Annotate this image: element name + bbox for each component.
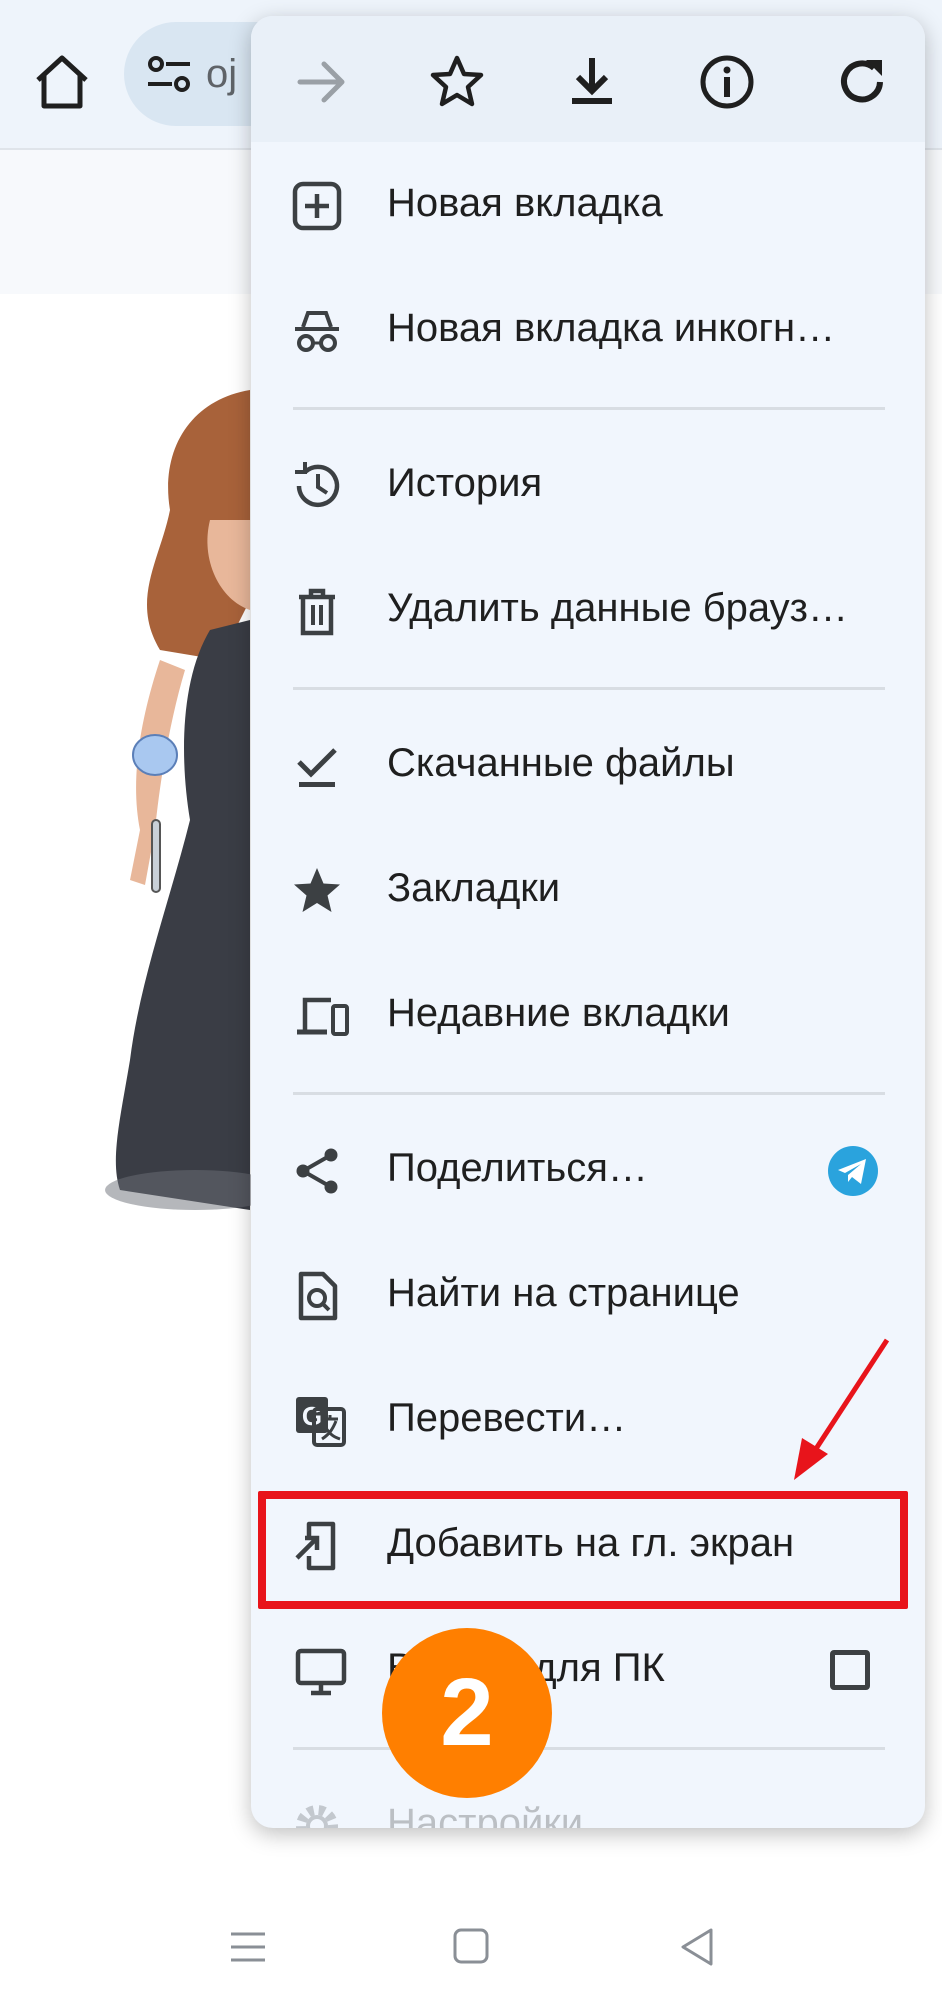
devices-icon <box>297 997 349 1036</box>
menu-divider <box>293 687 885 690</box>
menu-item-label: Закладки <box>387 866 561 910</box>
home-nav-icon[interactable] <box>447 1922 497 1972</box>
refresh-icon[interactable] <box>832 52 892 112</box>
menu-item-share[interactable]: Поделиться… <box>251 1116 925 1226</box>
highlight-box <box>258 1491 908 1609</box>
bookmark-star-icon[interactable] <box>427 52 487 112</box>
menu-divider <box>293 1747 885 1750</box>
settings-icon <box>296 1805 338 1828</box>
downloads-check-icon <box>297 748 337 787</box>
home-icon[interactable] <box>30 50 94 114</box>
menu-item-history[interactable]: История <box>251 431 925 541</box>
desktop-site-checkbox[interactable] <box>830 1650 870 1690</box>
menu-item-desktop-site[interactable]: Версия для ПК <box>251 1616 925 1726</box>
menu-item-label: Скачанные файлы <box>387 741 735 785</box>
incognito-icon <box>295 311 339 352</box>
step-number-badge: 2 <box>382 1628 552 1798</box>
telegram-icon[interactable] <box>827 1145 879 1197</box>
menu-item-label: Недавние вкладки <box>387 991 730 1035</box>
back-nav-icon[interactable] <box>673 1922 723 1972</box>
history-icon <box>295 462 340 508</box>
share-icon <box>296 1148 338 1194</box>
recent-apps-icon[interactable] <box>223 1922 273 1972</box>
download-icon[interactable] <box>562 52 622 112</box>
desktop-icon <box>295 1648 347 1696</box>
menu-item-bookmarks[interactable]: Закладки <box>251 836 925 946</box>
system-nav-bar <box>0 1900 942 1999</box>
menu-divider <box>293 407 885 410</box>
menu-item-label: Новая вкладка <box>387 181 663 225</box>
woman-illustration <box>105 390 260 1210</box>
trash-icon <box>299 588 335 636</box>
menu-item-label: Новая вкладка инкогн… <box>387 306 836 350</box>
menu-item-incognito[interactable]: Новая вкладка инкогн… <box>251 276 925 386</box>
translate-icon: G <box>296 1397 346 1447</box>
new-tab-icon <box>292 181 342 231</box>
menu-divider <box>293 1092 885 1095</box>
menu-item-label: История <box>387 461 543 505</box>
red-arrow-icon <box>794 1338 890 1480</box>
url-text: oj <box>206 52 238 96</box>
menu-item-downloads[interactable]: Скачанные файлы <box>251 711 925 821</box>
menu-item-label: Перевести… <box>387 1396 627 1440</box>
forward-icon[interactable] <box>292 52 352 112</box>
info-icon[interactable] <box>697 52 757 112</box>
menu-item-settings[interactable]: Настройки <box>251 1771 925 1828</box>
menu-item-label: Настройки <box>387 1801 584 1828</box>
menu-item-clear-data[interactable]: Удалить данные брауз… <box>251 556 925 666</box>
menu-item-new-tab[interactable]: Новая вкладка <box>251 151 925 261</box>
menu-item-label: Найти на странице <box>387 1271 740 1315</box>
site-settings-icon[interactable] <box>146 54 192 94</box>
menu-item-recent-tabs[interactable]: Недавние вкладки <box>251 961 925 1071</box>
menu-toolbar <box>251 16 925 142</box>
star-filled-icon <box>294 868 340 912</box>
find-in-page-icon <box>298 1271 338 1321</box>
menu-item-label: Поделиться… <box>387 1146 648 1190</box>
menu-item-label: Удалить данные брауз… <box>387 586 848 630</box>
